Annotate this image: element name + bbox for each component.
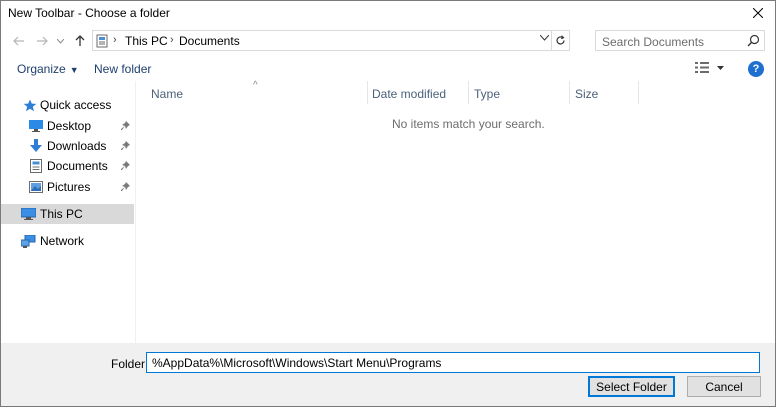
column-date-label: Date modified [372,87,447,101]
nav-item-label: Desktop [47,119,92,133]
change-view-button[interactable] [695,62,724,73]
computer-icon [21,208,36,220]
folder-picker-dialog: New Toolbar - Choose a folder › This PC … [0,0,776,407]
breadcrumb-this-pc[interactable]: This PC [125,34,168,48]
folder-path-input[interactable] [146,352,760,373]
new-folder-button[interactable]: New folder [94,62,151,76]
pictures-icon [29,181,43,193]
details-view-icon [695,62,709,73]
forward-arrow-icon [37,36,48,46]
star-icon [23,99,37,111]
search-box[interactable]: Search Documents [595,30,765,51]
up-arrow-icon [75,35,85,46]
back-button[interactable] [9,31,29,51]
nav-this-pc-label: This PC [40,207,83,221]
caret-down-icon: ▼ [69,65,79,75]
refresh-icon [556,35,565,45]
column-name-label: Name [151,87,184,101]
download-arrow-icon [30,139,42,152]
cancel-button[interactable]: Cancel [687,376,761,397]
nav-item-label: Downloads [47,139,107,153]
nav-item-downloads[interactable]: Downloads [1,136,134,156]
chevron-down-icon [56,38,64,44]
nav-item-pictures[interactable]: Pictures [1,177,134,197]
nav-quick-access-label: Quick access [40,98,112,112]
empty-message: No items match your search. [392,117,545,131]
column-header-name[interactable]: Name ^ [136,80,367,104]
nav-item-label: Pictures [47,180,91,194]
close-button[interactable] [741,1,775,25]
pin-icon[interactable] [121,141,130,151]
select-folder-button[interactable]: Select Folder [588,376,675,397]
this-pc-location-icon [96,34,108,48]
documents-icon [30,159,42,173]
column-header-size[interactable]: Size [570,81,638,104]
breadcrumb-separator-icon: › [170,34,174,46]
folder-field-label: Folder: [111,357,149,371]
address-history-chevron-icon[interactable] [540,35,549,41]
back-arrow-icon [13,36,24,46]
search-placeholder: Search Documents [602,35,705,49]
forward-button[interactable] [32,31,52,51]
column-divider[interactable] [638,81,639,104]
network-icon [21,234,36,248]
address-row: › This PC › Documents Search Documents [1,29,775,53]
up-button[interactable] [70,31,90,51]
nav-item-documents[interactable]: Documents [1,156,134,176]
title-bar: New Toolbar - Choose a folder [1,1,775,25]
dialog-footer: Folder: Select Folder Cancel [1,343,775,406]
caret-down-icon [717,65,724,70]
window-title: New Toolbar - Choose a folder [8,6,170,20]
nav-quick-access[interactable]: Quick access [1,95,134,115]
column-size-label: Size [575,87,599,101]
nav-item-desktop[interactable]: Desktop [1,116,134,136]
navigation-pane: Quick access Desktop Downloads Documents [1,81,134,343]
nav-item-label: Documents [47,159,108,173]
recent-locations-button[interactable] [53,31,67,51]
command-bar: Organize ▼ New folder ? [1,58,775,80]
file-list: Name ^ Date modified Type Size No items … [136,80,775,343]
help-icon[interactable]: ? [748,61,764,77]
search-icon[interactable] [747,34,760,47]
column-type-label: Type [474,87,501,101]
close-icon [753,8,763,18]
nav-network-label: Network [40,234,85,248]
nav-this-pc[interactable]: This PC [1,204,134,224]
column-header-date-modified[interactable]: Date modified [368,81,468,104]
pin-icon[interactable] [121,182,130,192]
organize-label: Organize [17,62,66,76]
breadcrumb-documents[interactable]: Documents [179,34,240,48]
pin-icon[interactable] [121,161,130,171]
organize-button[interactable]: Organize ▼ [17,62,79,76]
column-header-type[interactable]: Type [469,81,569,104]
desktop-icon [29,120,43,132]
refresh-button[interactable] [551,31,569,50]
nav-network[interactable]: Network [1,231,134,251]
address-bar[interactable]: › This PC › Documents [92,30,570,51]
sort-ascending-icon: ^ [253,80,258,91]
breadcrumb-separator-icon: › [113,34,117,46]
pin-icon[interactable] [121,121,130,131]
